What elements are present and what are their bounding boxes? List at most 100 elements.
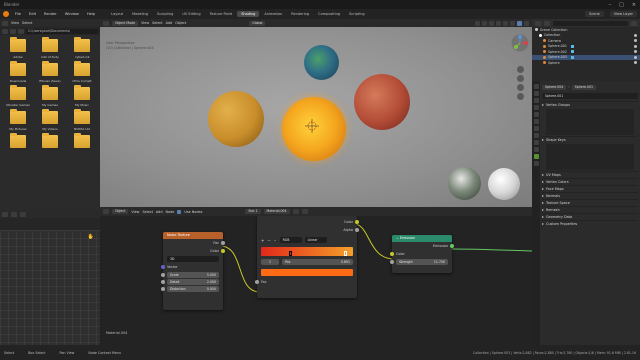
earth-sphere[interactable] — [304, 45, 339, 80]
vp-menu-object[interactable]: Object — [175, 21, 186, 25]
slot-dropdown[interactable]: Slot 1 — [245, 209, 261, 214]
socket-distortion-in[interactable] — [161, 287, 165, 291]
folder-item[interactable]: LTCG Complt — [66, 61, 98, 85]
socket-fac-out[interactable] — [221, 241, 225, 245]
visibility-eye-icon[interactable] — [634, 55, 637, 59]
section-texture-space[interactable]: Texture Space — [542, 199, 638, 206]
vp-menu-select[interactable]: Select — [152, 21, 162, 25]
tab-rendering[interactable]: Rendering — [287, 11, 313, 17]
folder-item[interactable] — [66, 133, 98, 157]
strength-field[interactable]: Strength 11.700 — [390, 259, 448, 265]
section-geometry-data[interactable]: Geometry Data — [542, 213, 638, 220]
tab-scripting[interactable]: Scripting — [345, 11, 369, 17]
visibility-eye-icon[interactable] — [634, 44, 637, 48]
socket-color-in[interactable] — [390, 252, 394, 256]
editor-type-icon[interactable] — [535, 20, 541, 26]
ramp-stop-handle[interactable] — [289, 251, 292, 256]
folder-item[interactable]: My Pictures — [2, 109, 34, 133]
folder-item[interactable]: NVIDIA Ltd — [66, 109, 98, 133]
emission-node[interactable]: ⌄ Emission Emission Color Strength 11.70… — [390, 235, 454, 273]
socket-detail-in[interactable] — [161, 280, 165, 284]
editor-type-icon[interactable] — [103, 20, 109, 26]
fake-user-icon[interactable] — [292, 209, 299, 214]
forward-icon[interactable] — [10, 28, 16, 34]
overlay-icon[interactable] — [489, 20, 494, 26]
tab-layout[interactable]: Layout — [107, 11, 127, 17]
folder-item[interactable]: Elbows (Save) — [34, 61, 66, 85]
tab-animation[interactable]: Animation — [260, 11, 286, 17]
material-tab-icon[interactable] — [533, 161, 539, 166]
path-input[interactable]: C:\Users\pixel\Documents\ — [26, 28, 98, 34]
menu-render[interactable]: Render — [42, 12, 59, 16]
visibility-icon[interactable] — [475, 20, 480, 26]
maximize-icon[interactable]: □ — [619, 2, 624, 8]
filter-icon[interactable] — [631, 20, 637, 26]
fb-menu-select[interactable]: Select — [22, 21, 32, 25]
section-normals[interactable]: Normals — [542, 192, 638, 199]
stop-index-field[interactable]: 1 — [261, 259, 279, 265]
editor-type-icon[interactable] — [2, 211, 8, 217]
ne-menu-view[interactable]: View — [131, 210, 139, 214]
section-uv-maps[interactable]: UV Maps — [542, 171, 638, 178]
outliner-row[interactable]: Sphere — [532, 60, 640, 66]
wireframe-shading-icon[interactable] — [503, 20, 508, 26]
color-ramp-node[interactable]: Color Alpha + − ⌄ RGB Linear 1 Pos 0.891 — [255, 216, 359, 298]
socket-fac-in[interactable] — [255, 280, 259, 284]
minimize-icon[interactable]: – — [609, 2, 612, 8]
menu-file[interactable]: File — [13, 12, 23, 16]
section-shape-keys[interactable]: Shape Keys — [542, 136, 638, 143]
image-editor-canvas[interactable]: ✋ — [0, 230, 100, 345]
scale-field[interactable]: Scale 5.000 — [161, 272, 219, 278]
ne-menu-add[interactable]: Add — [156, 210, 163, 214]
render-tab-icon[interactable] — [533, 91, 539, 96]
editor-type-icon[interactable] — [103, 209, 109, 214]
stop-position-field[interactable]: Pos 0.891 — [282, 259, 353, 265]
socket-strength-in[interactable] — [390, 260, 394, 264]
noise-texture-node[interactable]: Noise Texture Fac Color 3D Vector Scale … — [161, 232, 225, 310]
outliner-search-input[interactable] — [553, 20, 628, 26]
interpolation-dropdown[interactable]: Linear — [304, 237, 327, 243]
folder-item[interactable]: Monster Games — [2, 85, 34, 109]
camera-view-icon[interactable] — [517, 84, 524, 91]
socket-color-out[interactable] — [221, 249, 225, 253]
socket-vector-in[interactable] — [161, 265, 165, 269]
mars-sphere[interactable] — [354, 74, 410, 130]
scene-selector[interactable]: Scene — [585, 11, 604, 17]
output-tab-icon[interactable] — [533, 98, 539, 103]
tab-compositing[interactable]: Compositing — [314, 11, 344, 17]
viewport-canvas[interactable] — [100, 27, 532, 207]
add-stop-icon[interactable]: + — [261, 238, 264, 243]
socket-scale-in[interactable] — [161, 273, 165, 277]
back-icon[interactable] — [2, 28, 8, 34]
folder-item[interactable]: Adobe — [2, 37, 34, 61]
distortion-field[interactable]: Distortion 0.000 — [161, 286, 219, 292]
editor-type-icon[interactable] — [2, 20, 8, 26]
physics-tab-icon[interactable] — [533, 147, 539, 152]
hand-icon[interactable]: ✋ — [88, 234, 94, 240]
ramp-stop-handle-active[interactable] — [344, 251, 347, 256]
vp-menu-view[interactable]: View — [141, 21, 149, 25]
color-mode-dropdown[interactable]: RGB — [279, 237, 302, 243]
navigation-gizmo[interactable] — [511, 34, 529, 52]
tab-sculpting[interactable]: Sculpting — [153, 11, 177, 17]
tab-modeling[interactable]: Modeling — [128, 11, 152, 17]
section-face-maps[interactable]: Face Maps — [542, 185, 638, 192]
visibility-eye-icon[interactable] — [634, 39, 637, 43]
white-ball-sphere[interactable] — [488, 168, 520, 200]
display-mode-icon[interactable] — [544, 20, 550, 26]
tab-shading[interactable]: Shading — [237, 11, 260, 17]
particles-tab-icon[interactable] — [533, 140, 539, 145]
folder-item[interactable]: My Videos — [34, 109, 66, 133]
perspective-toggle-icon[interactable] — [517, 93, 524, 100]
shader-type-dropdown[interactable]: Object — [112, 209, 129, 214]
object-tab-icon[interactable] — [533, 126, 539, 131]
shape-keys-list[interactable] — [546, 144, 634, 170]
visibility-eye-icon[interactable] — [634, 50, 637, 54]
tab-texture-paint[interactable]: Texture Paint — [206, 11, 237, 17]
folder-item[interactable]: Call of Duty — [34, 37, 66, 61]
vp-menu-add[interactable]: Add — [166, 21, 173, 25]
new-image-icon[interactable] — [20, 211, 26, 217]
stop-color-swatch[interactable] — [261, 269, 353, 276]
folder-item[interactable]: CyberLink — [66, 37, 98, 61]
visibility-eye-icon[interactable] — [634, 61, 637, 65]
